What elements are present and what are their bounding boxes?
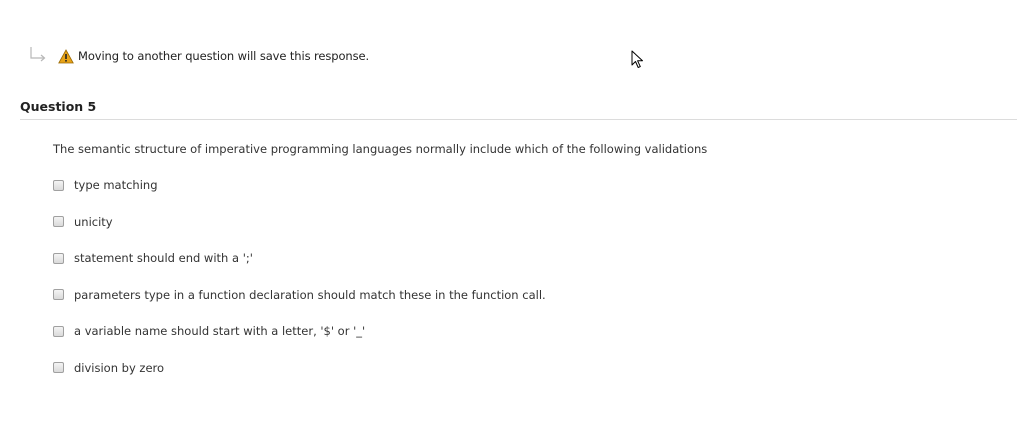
save-notice-text: Moving to another question will save thi… (78, 49, 370, 63)
question-text: The semantic structure of imperative pro… (53, 142, 708, 156)
option-label: division by zero (74, 360, 165, 375)
option-label: statement should end with a ';' (74, 251, 253, 265)
return-arrow-icon (26, 44, 50, 68)
answer-option[interactable]: parameters type in a function declaratio… (53, 286, 546, 304)
answer-option[interactable]: division by zero (53, 359, 546, 377)
option-checkbox[interactable] (53, 362, 64, 373)
answer-option[interactable]: statement should end with a ';' (53, 249, 546, 267)
option-checkbox[interactable] (53, 252, 64, 264)
option-checkbox[interactable] (53, 216, 64, 227)
option-label: a variable name should start with a lett… (74, 324, 366, 338)
option-label: type matching (74, 178, 158, 192)
mouse-cursor-icon (631, 50, 645, 70)
answer-option[interactable]: a variable name should start with a lett… (53, 322, 546, 340)
header-divider (20, 119, 1017, 120)
answer-options: type matching unicity statement should e… (53, 176, 546, 395)
option-checkbox[interactable] (53, 179, 64, 191)
option-label: parameters type in a function declaratio… (74, 287, 546, 302)
option-label: unicity (74, 214, 113, 229)
answer-option[interactable]: type matching (53, 176, 546, 194)
answer-option[interactable]: unicity (53, 213, 546, 231)
option-checkbox[interactable] (53, 325, 64, 337)
option-checkbox[interactable] (53, 289, 64, 300)
question-title: Question 5 (20, 99, 97, 114)
warning-icon (58, 48, 74, 64)
save-notice: Moving to another question will save thi… (26, 44, 369, 68)
question-page: Moving to another question will save thi… (0, 0, 1017, 441)
